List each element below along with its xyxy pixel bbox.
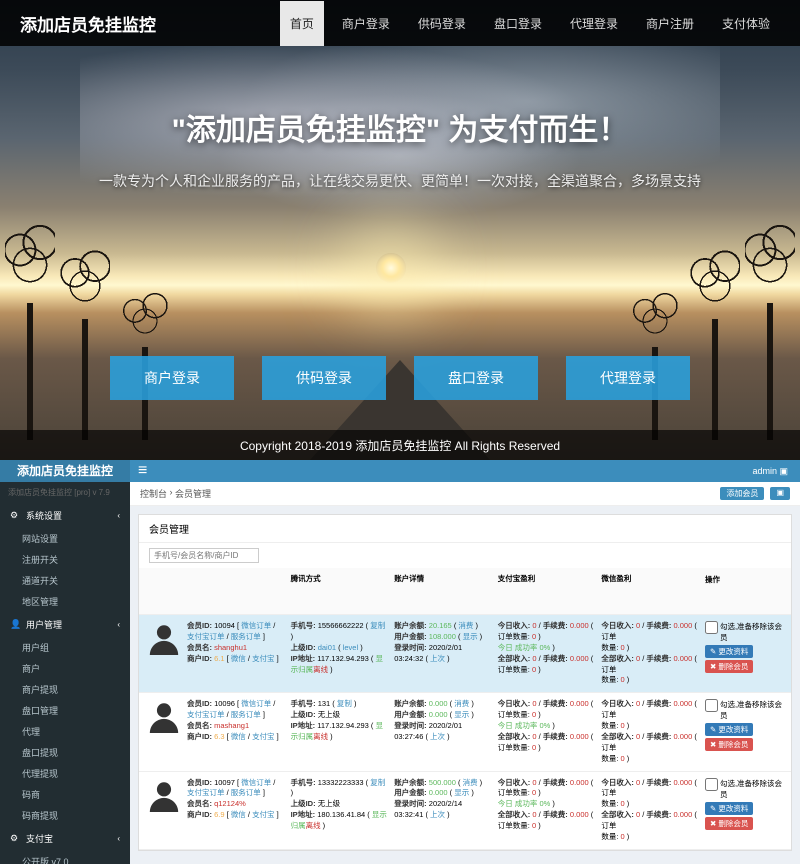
btn-code-login[interactable]: 供码登录 <box>262 356 386 400</box>
col-contact: 手机号: 15566662222 ( 复制 ) 上级ID: dai01 ( le… <box>291 621 389 686</box>
table-row: 会员ID: 10096 [ 微信订单 / 支付宝订单 / 服务订单 ] 会员名:… <box>139 693 791 771</box>
btn-delete-member[interactable]: ✖ 删除会员 <box>705 660 753 673</box>
btn-edit-member[interactable]: ✎ 更改资料 <box>705 723 753 736</box>
nav-register[interactable]: 商户注册 <box>636 1 704 46</box>
col-ali-profit: 今日收入: 0 / 手续费: 0.000 ( 订单数量: 0 ) 今日 成功率 … <box>498 699 596 764</box>
nav-links: 首页 商户登录 供码登录 盘口登录 代理登录 商户注册 支付体验 <box>280 1 780 46</box>
avatar <box>147 621 181 655</box>
table-row: 会员ID: 10094 [ 微信订单 / 支付宝订单 / 服务订单 ] 会员名:… <box>139 615 791 693</box>
col-member: 会员ID: 10097 [ 微信订单 / 支付宝订单 / 服务订单 ] 会员名:… <box>187 778 285 843</box>
nav-merchant-login[interactable]: 商户登录 <box>332 1 400 46</box>
hero-title: "添加店员免挂监控" 为支付而生！ <box>172 105 629 149</box>
btn-edit-member[interactable]: ✎ 更改资料 <box>705 645 753 658</box>
col-ops: 勾选,准备移除该会员 ✎ 更改资料 ✖ 删除会员 <box>705 699 783 764</box>
menu-public-ver[interactable]: 公开版 v7.0 <box>0 851 130 864</box>
menu-channel-switch[interactable]: 通道开关 <box>0 570 130 591</box>
table-row: 会员ID: 10097 [ 微信订单 / 支付宝订单 / 服务订单 ] 会员名:… <box>139 772 791 850</box>
col-account: 账户余额: 0.000 ( 消费 ) 用户金额: 0.000 ( 显示 ) 登录… <box>394 699 492 764</box>
chevron-down-icon: ‹ <box>117 511 120 520</box>
nav-pankou-login[interactable]: 盘口登录 <box>484 1 552 46</box>
landing-footer: Copyright 2018-2019 添加店员免挂监控 All Rights … <box>0 430 800 460</box>
search-input[interactable] <box>149 548 259 563</box>
menu-agent-withdraw[interactable]: 代理提现 <box>0 763 130 784</box>
menu-merchant[interactable]: 商户 <box>0 658 130 679</box>
avatar <box>147 778 181 812</box>
top-nav: 添加店员免挂监控 首页 商户登录 供码登录 盘口登录 代理登录 商户注册 支付体… <box>0 0 800 46</box>
col-member: 会员ID: 10096 [ 微信订单 / 支付宝订单 / 服务订单 ] 会员名:… <box>187 699 285 764</box>
menu-merchant-withdraw[interactable]: 商户提现 <box>0 679 130 700</box>
chk-label: 勾选,准备移除该会员 <box>720 778 783 800</box>
hero-buttons: 商户登录 供码登录 盘口登录 代理登录 <box>110 356 690 400</box>
col-ops: 勾选,准备移除该会员 ✎ 更改资料 ✖ 删除会员 <box>705 621 783 686</box>
btn-pankou-login[interactable]: 盘口登录 <box>414 356 538 400</box>
menu-region[interactable]: 地区管理 <box>0 591 130 612</box>
menu-site-settings[interactable]: 网站设置 <box>0 528 130 549</box>
nav-home[interactable]: 首页 <box>280 1 324 46</box>
btn-edit-member[interactable]: ✎ 更改资料 <box>705 802 753 815</box>
btn-delete-member[interactable]: ✖ 删除会员 <box>705 817 753 830</box>
avatar <box>147 699 181 733</box>
nav-agent-login[interactable]: 代理登录 <box>560 1 628 46</box>
hero: "添加店员免挂监控" 为支付而生！ 一款专为个人和企业服务的产品，让在线交易更快… <box>0 0 800 460</box>
col-ali-profit: 今日收入: 0 / 手续费: 0.000 ( 订单数量: 0 ) 今日 成功率 … <box>498 778 596 843</box>
sidebar: 添加店员免挂监控 [pro] v 7.9 ⚙系统设置‹ 网站设置 注册开关 通道… <box>0 460 130 864</box>
table-header: 腾讯方式 账户详情 支付宝盈利 微信盈利 操作 <box>139 568 791 615</box>
btn-agent-login[interactable]: 代理登录 <box>566 356 690 400</box>
crumb-home[interactable]: 控制台 <box>140 487 167 500</box>
col-account: 账户余额: 20.165 ( 消费 ) 用户金额: 108.000 ( 显示 )… <box>394 621 492 686</box>
btn-delete-member[interactable]: ✖ 删除会员 <box>705 738 753 751</box>
btn-add-member[interactable]: 添加会员 <box>720 487 764 500</box>
menu-users[interactable]: 👤用户管理‹ <box>0 612 130 637</box>
col-contact: 手机号: 13332223333 ( 复制 ) 上级ID: 无上级 IP地址: … <box>291 778 389 843</box>
menu-pankou-mgmt[interactable]: 盘口管理 <box>0 700 130 721</box>
search-bar <box>139 543 791 568</box>
col-account: 账户余额: 500.000 ( 消费 ) 用户金额: 0.000 ( 显示 ) … <box>394 778 492 843</box>
col-wx-profit: 今日收入: 0 / 手续费: 0.000 ( 订单数量: 0 ) 全部收入: 0… <box>601 778 699 843</box>
admin-header: 添加店员免挂监控 ≡ admin ▣ <box>0 460 800 482</box>
chk-label: 勾选,准备移除该会员 <box>720 699 783 721</box>
nav-pay-demo[interactable]: 支付体验 <box>712 1 780 46</box>
menu-user-group[interactable]: 用户组 <box>0 637 130 658</box>
row-select-checkbox[interactable] <box>705 778 718 791</box>
menu-coder[interactable]: 码商 <box>0 784 130 805</box>
nav-code-login[interactable]: 供码登录 <box>408 1 476 46</box>
admin-main: 控制台 › 会员管理 添加会员▣ 会员管理 腾讯方式 账户详情 支付宝盈利 微信… <box>130 460 800 864</box>
member-panel: 会员管理 腾讯方式 账户详情 支付宝盈利 微信盈利 操作 会员ID: 10094… <box>138 514 792 851</box>
admin-panel: 添加店员免挂监控 [pro] v 7.9 ⚙系统设置‹ 网站设置 注册开关 通道… <box>0 460 800 864</box>
row-select-checkbox[interactable] <box>705 699 718 712</box>
admin-logo[interactable]: 添加店员免挂监控 <box>0 460 130 482</box>
landing-section: 添加店员免挂监控 首页 商户登录 供码登录 盘口登录 代理登录 商户注册 支付体… <box>0 0 800 460</box>
col-ali-profit: 今日收入: 0 / 手续费: 0.000 ( 订单数量: 0 ) 今日 成功率 … <box>498 621 596 686</box>
btn-merchant-login[interactable]: 商户登录 <box>110 356 234 400</box>
version-label: 添加店员免挂监控 [pro] v 7.9 <box>0 482 130 503</box>
menu-coder-withdraw[interactable]: 码商提现 <box>0 805 130 826</box>
brand-title: 添加店员免挂监控 <box>20 11 156 36</box>
menu-toggle-icon[interactable]: ≡ <box>130 462 147 480</box>
hero-subtitle: 一款专为个人和企业服务的产品，让在线交易更快、更简单！一次对接，全渠道聚合，多场… <box>99 171 701 191</box>
menu-alipay[interactable]: ⚙支付宝‹ <box>0 826 130 851</box>
menu-system[interactable]: ⚙系统设置‹ <box>0 503 130 528</box>
col-wx-profit: 今日收入: 0 / 手续费: 0.000 ( 订单数量: 0 ) 全部收入: 0… <box>601 621 699 686</box>
breadcrumb: 控制台 › 会员管理 添加会员▣ <box>130 482 800 506</box>
menu-agent[interactable]: 代理 <box>0 721 130 742</box>
panel-title: 会员管理 <box>139 515 791 543</box>
chevron-down-icon: ‹ <box>117 834 120 843</box>
chk-label: 勾选,准备移除该会员 <box>720 621 783 643</box>
chevron-down-icon: ‹ <box>117 620 120 629</box>
crumb-current: 会员管理 <box>175 487 211 500</box>
gear-icon: ⚙ <box>10 510 20 521</box>
btn-export[interactable]: ▣ <box>770 487 790 500</box>
col-member: 会员ID: 10094 [ 微信订单 / 支付宝订单 / 服务订单 ] 会员名:… <box>187 621 285 686</box>
menu-register-switch[interactable]: 注册开关 <box>0 549 130 570</box>
col-contact: 手机号: 131 ( 复制 ) 上级ID: 无上级 IP地址: 117.132.… <box>291 699 389 764</box>
col-ops: 勾选,准备移除该会员 ✎ 更改资料 ✖ 删除会员 <box>705 778 783 843</box>
user-icon: 👤 <box>10 619 20 630</box>
menu-pankou-withdraw[interactable]: 盘口提现 <box>0 742 130 763</box>
col-wx-profit: 今日收入: 0 / 手续费: 0.000 ( 订单数量: 0 ) 全部收入: 0… <box>601 699 699 764</box>
admin-user[interactable]: admin ▣ <box>752 466 800 477</box>
row-select-checkbox[interactable] <box>705 621 718 634</box>
gear-icon: ⚙ <box>10 833 20 844</box>
